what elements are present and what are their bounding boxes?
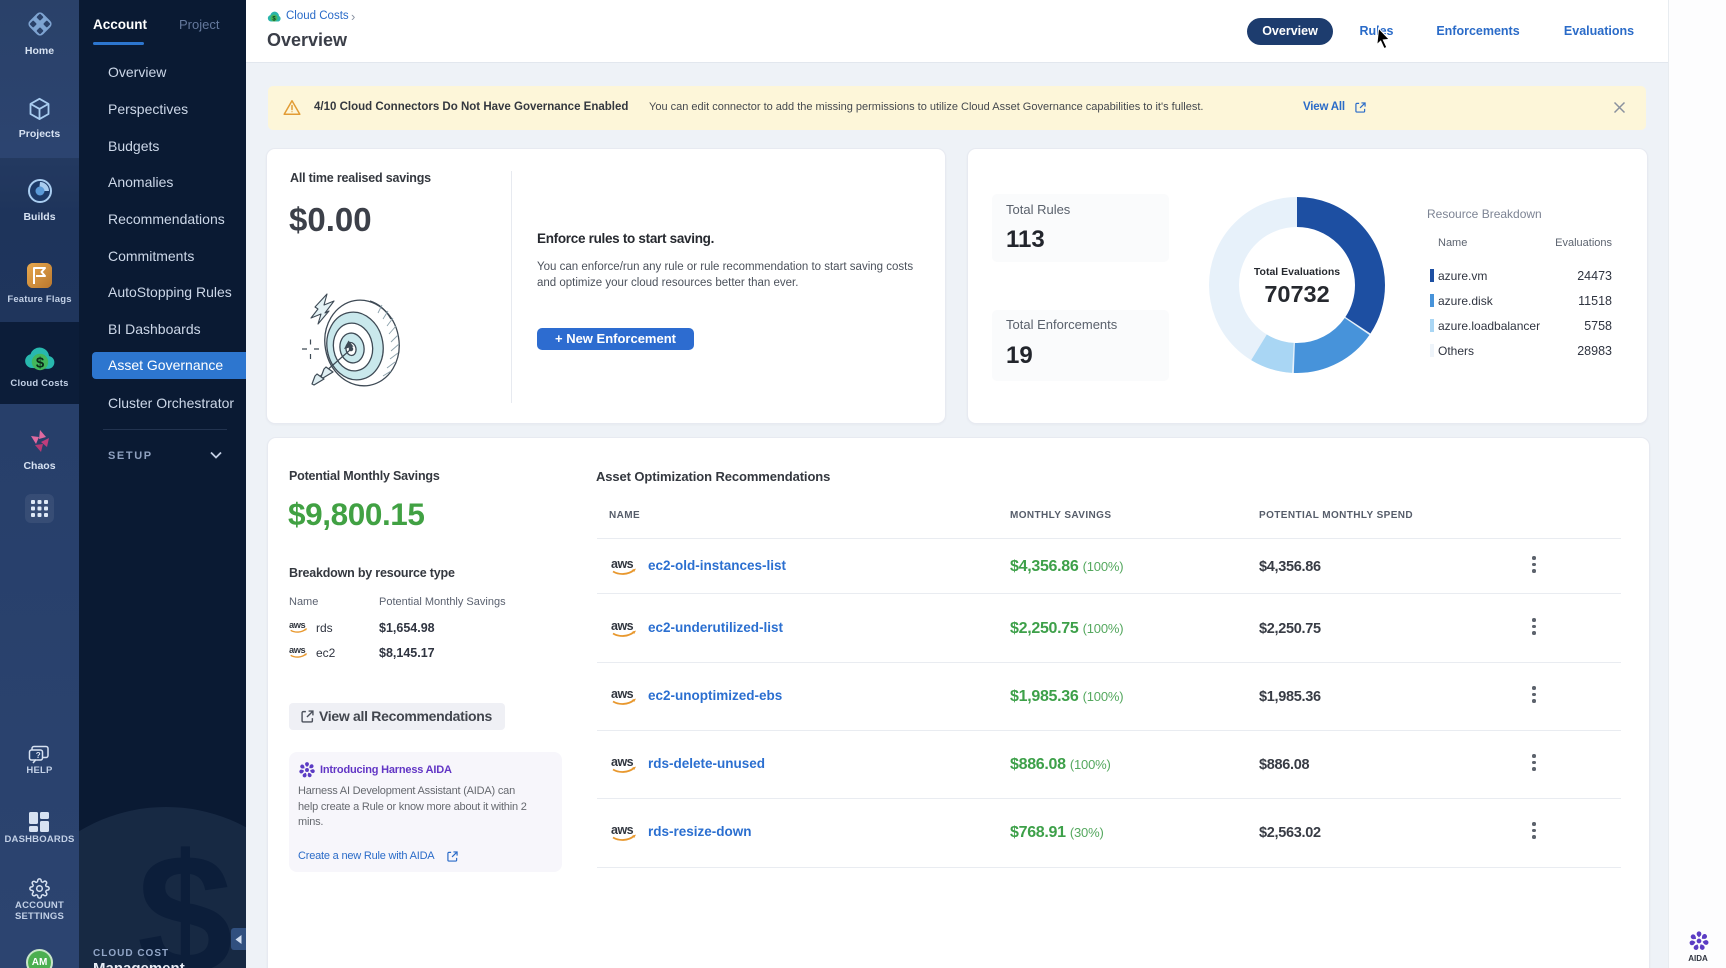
svg-text:$: $ xyxy=(36,354,45,371)
svg-text:$: $ xyxy=(137,819,233,968)
svg-text:aws: aws xyxy=(611,619,634,633)
svg-text:aws: aws xyxy=(289,645,306,655)
svg-text:aws: aws xyxy=(611,823,634,837)
svg-text:aws: aws xyxy=(611,687,634,701)
svg-text:aws: aws xyxy=(611,557,634,571)
svg-text:aws: aws xyxy=(289,620,306,630)
svg-text:aws: aws xyxy=(611,755,634,769)
svg-text:?: ? xyxy=(36,751,41,760)
